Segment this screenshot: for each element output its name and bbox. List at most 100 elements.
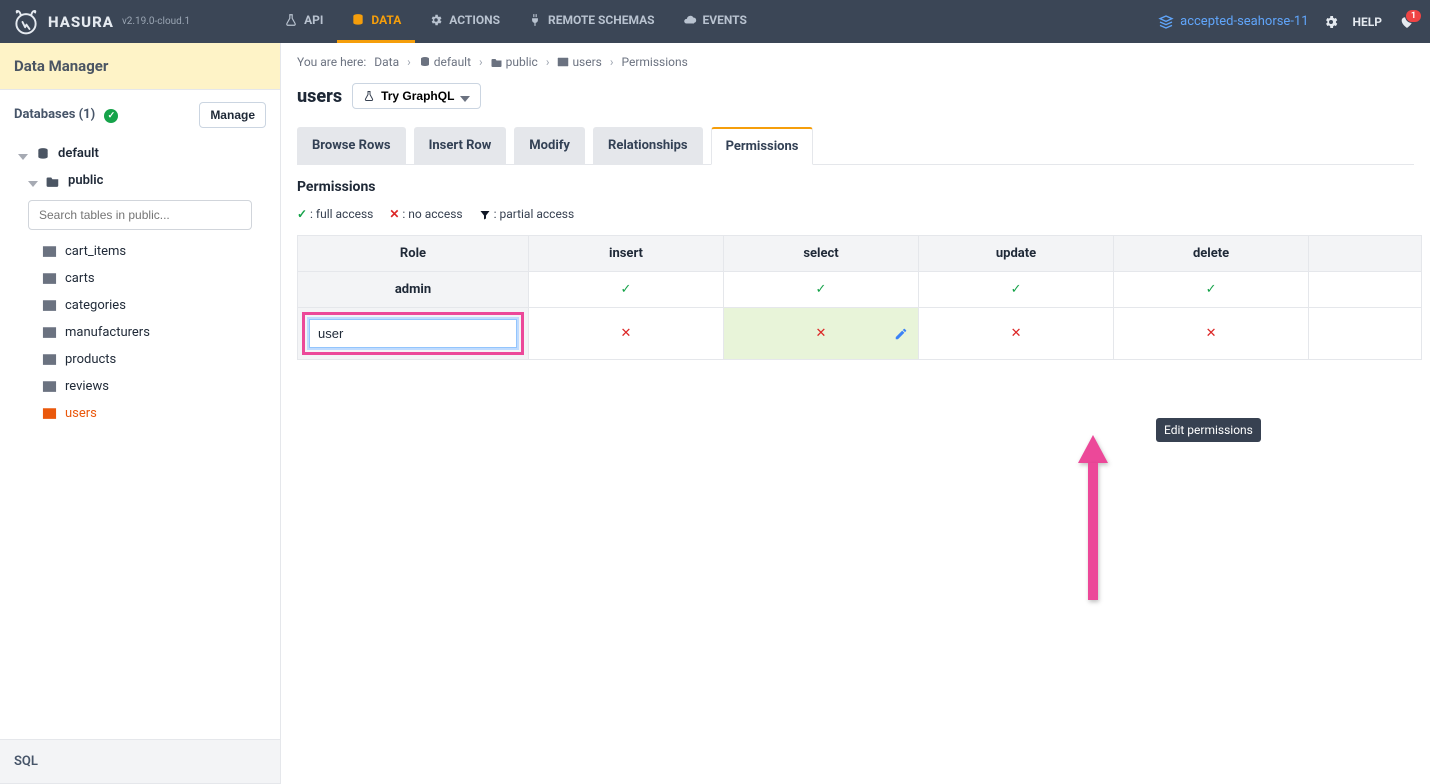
help-link[interactable]: HELP (1353, 15, 1382, 29)
cell-admin-update[interactable]: ✓ (919, 272, 1114, 308)
primary-tabs: API DATA ACTIONS REMOTE SCHEMAS EVENTS (270, 0, 761, 43)
table-icon (42, 272, 57, 285)
filter-icon (479, 209, 491, 221)
search-tables-input[interactable] (28, 200, 252, 230)
check-icon: ✓ (297, 207, 307, 221)
breadcrumb-db[interactable]: default (434, 55, 471, 69)
sql-link[interactable]: SQL (0, 739, 280, 784)
role-admin-label: admin (298, 272, 529, 308)
database-icon (351, 13, 365, 27)
th-select: select (723, 236, 918, 272)
check-icon: ✓ (1206, 282, 1217, 297)
table-label: users (65, 406, 97, 421)
tab-actions-label: ACTIONS (449, 13, 500, 27)
cell-user-insert[interactable]: ✕ (528, 308, 723, 360)
th-role: Role (298, 236, 529, 272)
x-icon: ✕ (1011, 326, 1022, 341)
table-users[interactable]: users (0, 400, 280, 427)
x-icon: ✕ (621, 326, 632, 341)
tab-events-label: EVENTS (703, 13, 747, 27)
stack-icon (1158, 14, 1174, 30)
breadcrumb-schema[interactable]: public (506, 55, 538, 69)
role-name-input[interactable] (309, 319, 517, 348)
top-nav: HASURA v2.19.0-cloud.1 API DATA ACTIONS … (0, 0, 1430, 43)
project-name: accepted-seahorse-11 (1180, 14, 1308, 29)
table-products[interactable]: products (0, 346, 280, 373)
table-cart-items[interactable]: cart_items (0, 238, 280, 265)
chevron-right-icon: › (479, 55, 483, 69)
table-icon (42, 380, 57, 393)
nav-right: accepted-seahorse-11 HELP 1 (1158, 11, 1418, 33)
check-icon: ✓ (816, 282, 827, 297)
permissions-heading: Permissions (297, 179, 1414, 195)
tab-events[interactable]: EVENTS (669, 0, 761, 43)
database-icon (419, 56, 431, 68)
cell-user-select[interactable]: ✕ (723, 308, 918, 360)
notifications-button[interactable]: 1 (1396, 11, 1418, 33)
table-manufacturers[interactable]: manufacturers (0, 319, 280, 346)
tab-api[interactable]: API (270, 0, 337, 43)
th-update: update (919, 236, 1114, 272)
chevron-right-icon: › (610, 55, 614, 69)
databases-row: Databases (1) ✓ Manage (0, 90, 280, 140)
breadcrumb-data[interactable]: Data (374, 55, 399, 69)
check-icon: ✓ (621, 282, 632, 297)
brand-logo: HASURA (12, 8, 114, 36)
tab-permissions[interactable]: Permissions (711, 127, 814, 165)
chevron-down-icon (460, 91, 470, 101)
tab-data-label: DATA (371, 13, 401, 27)
breadcrumb: You are here: Data › default › public › … (297, 55, 1414, 69)
try-graphql-button[interactable]: Try GraphQL (352, 83, 481, 109)
project-link[interactable]: accepted-seahorse-11 (1158, 14, 1308, 30)
tab-api-label: API (304, 13, 323, 27)
table-icon (42, 326, 57, 339)
breadcrumb-current: Permissions (621, 55, 687, 69)
cell-user-update[interactable]: ✕ (919, 308, 1114, 360)
tab-insert-row[interactable]: Insert Row (414, 127, 507, 165)
table-icon (42, 353, 57, 366)
chevron-down-icon (18, 149, 28, 159)
table-title: users (297, 86, 342, 107)
table-reviews[interactable]: reviews (0, 373, 280, 400)
cell-user-delete[interactable]: ✕ (1114, 308, 1309, 360)
tab-modify[interactable]: Modify (514, 127, 585, 165)
breadcrumb-table[interactable]: users (572, 55, 601, 69)
db-status-ok-icon: ✓ (104, 109, 118, 123)
edit-permissions-tooltip: Edit permissions (1156, 418, 1261, 442)
brand-name: HASURA (48, 13, 114, 31)
tab-remote-schemas[interactable]: REMOTE SCHEMAS (514, 0, 669, 43)
hasura-logo-icon (12, 8, 40, 36)
table-carts[interactable]: carts (0, 265, 280, 292)
tab-relationships[interactable]: Relationships (593, 127, 703, 165)
table-icon (42, 245, 57, 258)
version-label: v2.19.0-cloud.1 (122, 16, 190, 27)
cloud-icon (683, 13, 697, 27)
notification-badge: 1 (1405, 9, 1422, 23)
legend-partial: : partial access (494, 207, 575, 221)
x-icon: ✕ (1206, 326, 1217, 341)
cell-admin-select[interactable]: ✓ (723, 272, 918, 308)
cell-admin-delete[interactable]: ✓ (1114, 272, 1309, 308)
manage-button[interactable]: Manage (199, 102, 266, 128)
th-delete: delete (1114, 236, 1309, 272)
tab-data[interactable]: DATA (337, 0, 415, 43)
tab-actions[interactable]: ACTIONS (415, 0, 514, 43)
x-icon: ✕ (389, 207, 399, 221)
cell-admin-insert[interactable]: ✓ (528, 272, 723, 308)
cell-admin-actions (1309, 272, 1422, 308)
table-label: cart_items (65, 244, 126, 259)
annotation-arrow (1078, 435, 1108, 600)
table-label: categories (65, 298, 126, 313)
tab-browse-rows[interactable]: Browse Rows (297, 127, 406, 165)
settings-icon[interactable] (1323, 14, 1339, 30)
tree-database-default[interactable]: default (0, 140, 280, 167)
folder-icon (46, 175, 60, 187)
table-icon (557, 56, 569, 68)
folder-icon (491, 56, 503, 68)
table-categories[interactable]: categories (0, 292, 280, 319)
th-insert: insert (528, 236, 723, 272)
pencil-icon[interactable] (894, 327, 908, 341)
gear-icon (429, 13, 443, 27)
tree-schema-public[interactable]: public (0, 167, 280, 194)
legend-full: : full access (310, 207, 373, 221)
